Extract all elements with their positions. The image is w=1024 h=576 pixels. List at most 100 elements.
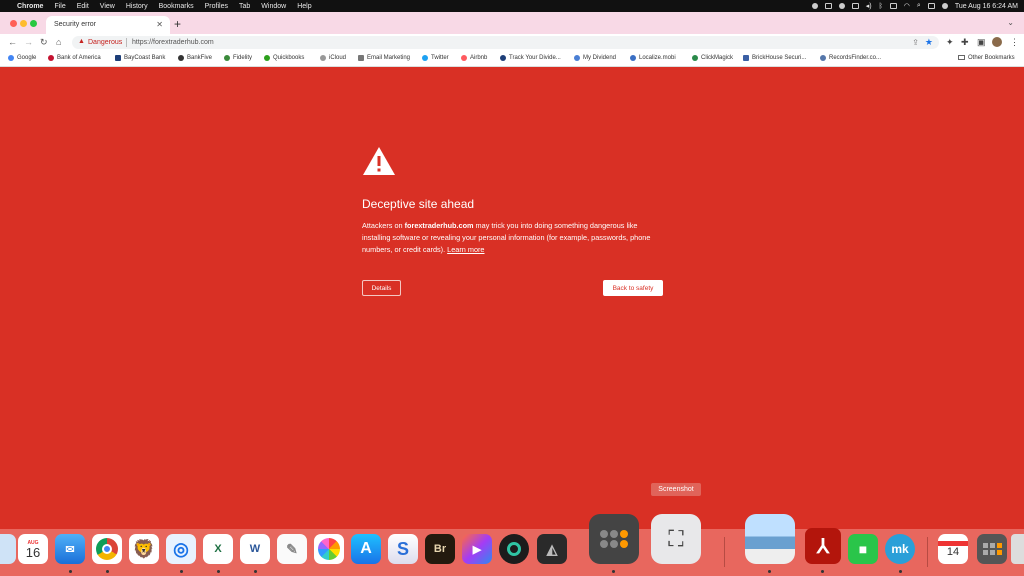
bridge-icon[interactable]: Br xyxy=(425,534,455,564)
menu-view[interactable]: View xyxy=(100,3,115,10)
tab-close-icon[interactable]: ✕ xyxy=(156,20,163,29)
screenshot-icon[interactable]: ⛶ xyxy=(651,514,701,564)
excel-icon[interactable]: X xyxy=(203,534,233,564)
chrome-icon[interactable] xyxy=(92,534,122,564)
calendar-icon[interactable]: AUG 16 xyxy=(18,534,48,564)
textedit-icon[interactable]: ✎ xyxy=(277,534,307,564)
bookmark-label: Track Your Divide... xyxy=(509,55,561,61)
bookmark-my-dividend[interactable]: My Dividend xyxy=(574,55,616,61)
window-minimize-button[interactable] xyxy=(20,20,27,27)
menu-edit[interactable]: Edit xyxy=(77,3,89,10)
trash-icon[interactable] xyxy=(1011,534,1024,564)
bookmark-baycoast-bank[interactable]: BayCoast Bank xyxy=(115,55,165,61)
bookmark-twitter[interactable]: Twitter xyxy=(422,55,449,61)
bookmark-localize-mobi[interactable]: Localize.mobi xyxy=(630,55,676,61)
chrome-menu-icon[interactable]: ⋮ xyxy=(1010,37,1019,48)
menu-file[interactable]: File xyxy=(54,3,65,10)
bookmark-fidelity[interactable]: Fidelity xyxy=(224,55,252,61)
safari-icon[interactable]: ◎ xyxy=(166,534,196,564)
back-to-safety-button[interactable]: Back to safety xyxy=(603,280,663,296)
bookmark-label: Google xyxy=(17,55,37,61)
volume-icon[interactable]: ◂) xyxy=(866,2,872,10)
acrobat-icon[interactable]: ⅄ xyxy=(805,528,841,564)
other-bookmarks-folder[interactable]: Other Bookmarks xyxy=(958,55,1015,61)
status-play-icon[interactable] xyxy=(838,3,845,9)
final-cut-icon[interactable]: ▶ xyxy=(462,534,492,564)
calculator-icon[interactable] xyxy=(589,514,639,564)
bookmark-label: Localize.mobi xyxy=(639,55,676,61)
menu-app-chrome[interactable]: Chrome xyxy=(17,3,43,10)
bookmark-track-your-dividends[interactable]: Track Your Divide... xyxy=(500,55,561,61)
word-icon[interactable]: W xyxy=(240,534,270,564)
brave-icon[interactable]: 🦁 xyxy=(129,534,159,564)
bookmark-bankfive[interactable]: BankFive xyxy=(178,55,212,61)
learn-more-link[interactable]: Learn more xyxy=(447,245,484,254)
bookmark-quickbooks[interactable]: Quickbooks xyxy=(264,55,304,61)
extensions-puzzle-icon[interactable]: ✚ xyxy=(961,37,969,48)
folder-icon xyxy=(958,55,965,60)
bookmark-airbnb[interactable]: Airbnb xyxy=(461,55,487,61)
url-text[interactable]: https://forextraderhub.com xyxy=(132,39,214,46)
mail-icon[interactable]: ✉ xyxy=(55,534,85,564)
bookmark-clickmagick[interactable]: ClickMagick xyxy=(692,55,733,61)
menu-history[interactable]: History xyxy=(126,3,148,10)
tab-security-error[interactable]: Security error ✕ xyxy=(46,16,170,34)
mk-icon[interactable]: mk xyxy=(885,534,915,564)
pin-extension-icon[interactable]: ✦ xyxy=(946,37,954,48)
spotlight-icon[interactable]: ⌕ xyxy=(917,2,921,10)
security-status-label[interactable]: Dangerous xyxy=(88,39,122,46)
bookmark-label: My Dividend xyxy=(583,55,617,61)
dj-icon[interactable] xyxy=(499,534,529,564)
menu-bookmarks[interactable]: Bookmarks xyxy=(159,3,194,10)
siri-icon[interactable] xyxy=(941,3,948,9)
bookmark-google[interactable]: Google xyxy=(8,55,36,61)
bookmark-icloud[interactable]: iCloud xyxy=(320,55,346,61)
bluetooth-icon[interactable]: ᛒ xyxy=(879,3,883,10)
running-indicator xyxy=(69,570,72,573)
home-icon[interactable]: ⌂ xyxy=(56,37,61,47)
battery-icon[interactable] xyxy=(889,3,897,9)
interstitial-heading: Deceptive site ahead xyxy=(362,197,475,211)
profile-avatar[interactable] xyxy=(992,37,1002,47)
app-store-icon[interactable]: A xyxy=(351,534,381,564)
window-zoom-button[interactable] xyxy=(30,20,37,27)
my-dividend-favicon-icon xyxy=(574,55,580,61)
bookmark-recordsfinder[interactable]: RecordsFinder.co... xyxy=(820,55,881,61)
menu-profiles[interactable]: Profiles xyxy=(205,3,228,10)
window-close-button[interactable] xyxy=(10,20,17,27)
new-tab-button[interactable]: + xyxy=(174,17,181,31)
reload-icon[interactable]: ↻ xyxy=(40,37,48,48)
status-lock-icon[interactable] xyxy=(851,3,859,9)
menu-window[interactable]: Window xyxy=(261,3,286,10)
menu-help[interactable]: Help xyxy=(297,3,311,10)
photo-viewer-icon[interactable] xyxy=(745,514,795,564)
scrivener-icon[interactable]: S xyxy=(388,534,418,564)
side-panel-icon[interactable]: ▣ xyxy=(977,37,986,48)
preview-icon[interactable]: ◭ xyxy=(537,534,567,564)
status-display-icon[interactable] xyxy=(824,3,832,9)
danger-warning-icon[interactable]: ▲ xyxy=(78,38,85,45)
control-center-icon[interactable] xyxy=(927,3,935,9)
bookmark-bank-of-america[interactable]: Bank of America xyxy=(48,55,101,61)
menu-tab[interactable]: Tab xyxy=(239,3,250,10)
dock-divider xyxy=(724,537,725,567)
bookmark-label: BankFive xyxy=(187,55,213,61)
address-bar[interactable]: ▲ Dangerous https://forextraderhub.com ⇪… xyxy=(72,36,939,49)
bookmark-email-marketing[interactable]: Email Marketing xyxy=(358,55,410,61)
facetime-icon[interactable]: ■ xyxy=(848,534,878,564)
bookmark-star-icon[interactable]: ★ xyxy=(925,37,933,48)
tab-search-chevron-icon[interactable]: ⌄ xyxy=(1007,18,1014,27)
photos-icon[interactable] xyxy=(314,534,344,564)
forward-arrow-icon[interactable]: → xyxy=(24,37,33,47)
details-button[interactable]: Details xyxy=(362,280,401,296)
share-icon[interactable]: ⇪ xyxy=(912,38,919,47)
calculator-doc-icon[interactable] xyxy=(977,534,1007,564)
wifi-icon[interactable]: ◠ xyxy=(904,2,910,10)
back-arrow-icon[interactable]: ← xyxy=(8,37,17,47)
calendar-doc-icon[interactable]: 14 xyxy=(938,534,968,564)
bookmark-brickhouse[interactable]: BrickHouse Securi... xyxy=(743,55,806,61)
menubar-clock[interactable]: Tue Aug 16 6:24 AM xyxy=(955,3,1018,10)
status-app-icon[interactable] xyxy=(811,3,818,9)
bookmark-label: RecordsFinder.co... xyxy=(829,55,882,61)
finder-icon[interactable] xyxy=(0,534,16,564)
